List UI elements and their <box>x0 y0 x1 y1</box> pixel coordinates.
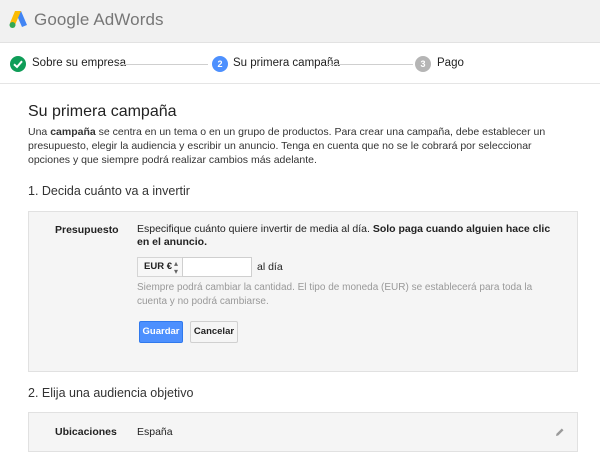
step-3-label: Pago <box>437 57 464 69</box>
brand-name: Google AdWords <box>34 10 164 30</box>
budget-note: Siempre podrá cambiar la cantidad. El ti… <box>137 282 533 307</box>
locations-value: España <box>137 426 173 438</box>
cancel-button[interactable]: Cancelar <box>190 321 238 343</box>
brand-product: AdWords <box>93 10 164 29</box>
save-button[interactable]: Guardar <box>139 321 183 343</box>
intro-text: Una campaña se centra en un tema o en un… <box>28 125 568 167</box>
currency-value: EUR € <box>144 261 172 272</box>
locations-label: Ubicaciones <box>55 426 117 438</box>
step-1-label: Sobre su empresa <box>32 57 126 69</box>
budget-desc-prefix: Especifique cuánto quiere invertir de me… <box>137 223 373 235</box>
pencil-icon[interactable] <box>555 427 565 437</box>
intro-bold: campaña <box>50 126 96 138</box>
budget-label: Presupuesto <box>55 224 119 236</box>
budget-section-title: 1. Decida cuánto va a invertir <box>28 184 190 198</box>
intro-prefix: Una <box>28 126 51 138</box>
step-connector <box>328 64 413 65</box>
brand-google: Google <box>34 10 90 29</box>
step-2-number: 2 <box>212 56 228 72</box>
page-title: Su primera campaña <box>28 103 177 120</box>
select-arrows-icon: ▴ ▾ <box>173 259 178 276</box>
per-day-label: al día <box>257 261 283 273</box>
audience-section-title: 2. Elija una audiencia objetivo <box>28 386 194 400</box>
step-3-number: 3 <box>415 56 431 72</box>
budget-panel: Presupuesto Especifique cuánto quiere in… <box>28 211 578 372</box>
step-2-label: Su primera campaña <box>233 57 340 69</box>
step-connector <box>116 64 208 65</box>
top-bar: Google AdWords <box>0 0 600 43</box>
step-1-checkmark-icon <box>10 56 26 72</box>
currency-select[interactable]: EUR € ▴ ▾ <box>137 257 183 277</box>
budget-description: Especifique cuánto quiere invertir de me… <box>137 223 557 249</box>
progress-stepper: Sobre su empresa 2 Su primera campaña 3 … <box>0 44 600 84</box>
budget-amount-input[interactable] <box>182 257 252 277</box>
adwords-logo-icon <box>9 11 27 28</box>
audience-panel: Ubicaciones España <box>28 412 578 452</box>
intro-rest: se centra en un tema o en un grupo de pr… <box>28 126 546 166</box>
